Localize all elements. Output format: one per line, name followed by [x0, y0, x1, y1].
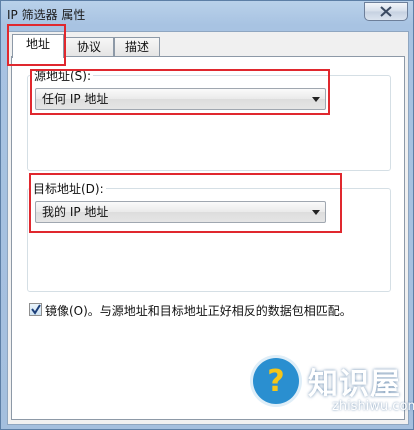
watermark-logo: ? 知识屋 zhishiwu.com	[250, 355, 414, 430]
watermark-title: 知识屋	[308, 367, 401, 402]
destination-address-label: 目标地址(D):	[31, 180, 106, 197]
tab-description-label: 描述	[124, 40, 149, 54]
mirror-checkbox[interactable]	[29, 303, 42, 316]
source-address-label: 源地址(S):	[32, 67, 94, 84]
mirror-checkbox-label: 镜像(O)。与源地址和目标地址正好相反的数据包相匹配。	[45, 304, 352, 318]
destination-address-select[interactable]: 我的 IP 地址	[35, 201, 326, 223]
checkmark-icon	[31, 304, 41, 315]
tab-address-label: 地址	[25, 37, 50, 51]
close-icon	[380, 6, 392, 17]
source-address-select[interactable]: 任何 IP 地址	[35, 88, 326, 110]
tab-protocol-label: 协议	[76, 40, 101, 54]
tab-description[interactable]: 描述	[114, 37, 160, 57]
destination-address-value: 我的 IP 地址	[42, 205, 109, 219]
watermark-badge-glyph: ?	[267, 364, 285, 399]
chevron-down-icon	[312, 210, 320, 215]
tab-address[interactable]: 地址	[12, 34, 64, 58]
watermark-url: zhishiwu.com	[332, 399, 414, 414]
watermark-badge-icon: ?	[250, 355, 302, 407]
close-button[interactable]	[364, 2, 408, 21]
title-bar[interactable]: IP 筛选器 属性	[1, 1, 413, 27]
chevron-down-icon	[312, 97, 320, 102]
tab-protocol[interactable]: 协议	[64, 37, 114, 57]
source-address-value: 任何 IP 地址	[42, 92, 109, 106]
window-title: IP 筛选器 属性	[7, 8, 86, 22]
